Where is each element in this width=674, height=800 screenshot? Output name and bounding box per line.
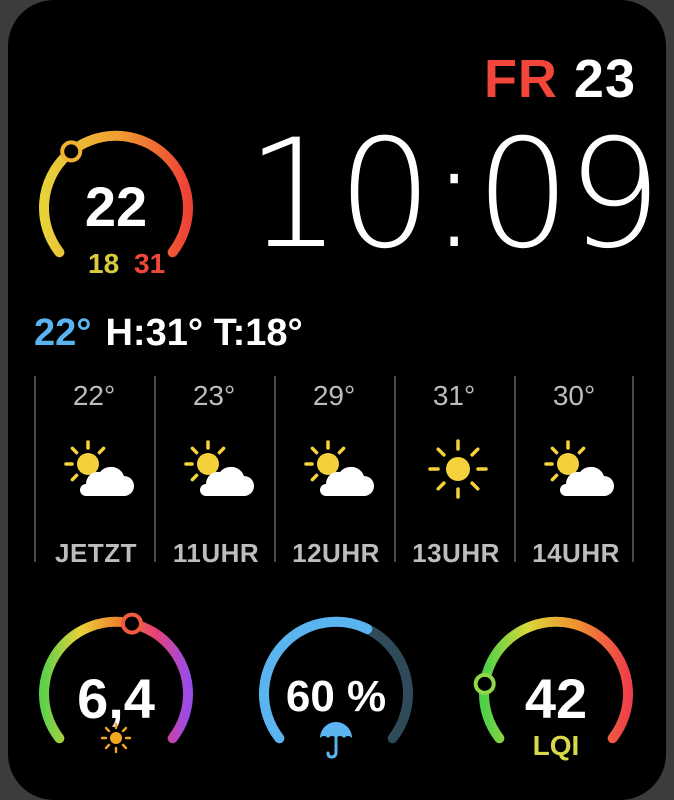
precipitation-value: 60 %	[285, 672, 387, 721]
uv-index-gauge[interactable]: 6,4	[30, 606, 202, 766]
uv-indicator	[120, 612, 143, 635]
hourly-forecast[interactable]: 22° JETZT 23° 11UHR 29° 12UHR 31° 13UHR …	[34, 372, 634, 568]
air-quality-label: LQI	[532, 730, 580, 761]
air-quality-value: 42	[524, 667, 588, 730]
partly-cloudy-icon	[300, 436, 376, 502]
date[interactable]: FR 23	[484, 48, 636, 110]
weather-summary[interactable]: 22° H:31° T:18°	[34, 312, 303, 355]
precipitation-gauge[interactable]: 60 %	[250, 606, 422, 766]
hourly-item: 29° 12UHR	[274, 372, 394, 568]
temperature-high: 31	[134, 248, 166, 279]
hourly-item: 31° 13UHR	[394, 372, 514, 568]
hourly-label: JETZT	[55, 538, 137, 568]
weekday: FR	[483, 49, 558, 109]
hourly-temp: 23°	[192, 380, 236, 411]
hourly-item: 22° JETZT	[34, 372, 154, 568]
umbrella-icon	[320, 722, 352, 759]
sun-icon	[428, 439, 488, 499]
hourly-item: 30° 14UHR	[514, 372, 634, 568]
divider	[632, 376, 634, 562]
sun-icon	[100, 722, 132, 754]
temperature-current: 22	[84, 175, 148, 238]
partly-cloudy-icon	[540, 436, 616, 502]
partly-cloudy-icon	[180, 436, 256, 502]
hourly-label: 14UHR	[532, 538, 620, 568]
day-of-month: 23	[573, 49, 636, 109]
hourly-temp: 29°	[312, 380, 356, 411]
hourly-label: 11UHR	[172, 538, 260, 568]
summary-high-low: H:31° T:18°	[105, 312, 303, 354]
partly-cloudy-icon	[60, 436, 136, 502]
hourly-label: 13UHR	[412, 538, 500, 568]
hourly-temp: 30°	[552, 380, 596, 411]
clock-time[interactable]: 10:09	[246, 120, 662, 270]
air-quality-gauge[interactable]: 42 LQI	[470, 606, 642, 766]
hourly-temp: 31°	[432, 380, 476, 411]
temperature-indicator	[60, 140, 83, 163]
summary-current-temp: 22°	[34, 312, 92, 354]
hourly-temp: 22°	[72, 380, 116, 411]
temperature-gauge[interactable]: 22 18 31	[30, 120, 202, 280]
hourly-label: 12UHR	[292, 538, 380, 568]
hourly-item: 23° 11UHR	[154, 372, 274, 568]
temperature-low: 18	[88, 248, 120, 279]
